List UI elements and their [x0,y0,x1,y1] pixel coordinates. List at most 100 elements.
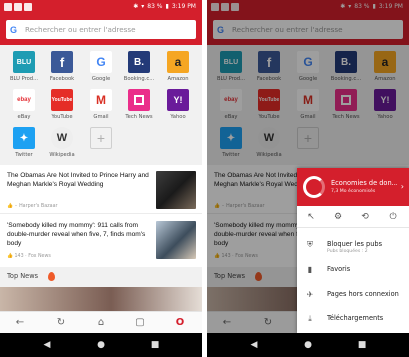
blu-icon: BLU [13,51,35,73]
news-image-strip [0,287,202,311]
bottom-toolbar: ← ↻ ⌂ ▢ O [0,311,202,333]
menu-item-label: Favoris [327,265,351,273]
power-exit-icon[interactable]: ⏻ [387,211,399,223]
savings-ring-icon [303,176,325,198]
savings-subtitle: 7,3 Mo économisés [331,189,376,194]
wifi-icon: ▾ [141,3,145,10]
menu-item-label: Téléchargements [327,314,384,322]
nav-home-icon[interactable]: ● [96,340,106,350]
speed-dial-label: Twitter [15,152,33,158]
speed-dial-label: BLU Prod... [9,76,39,82]
divider [0,213,202,214]
settings-gear-icon[interactable]: ⚙ [332,211,344,223]
speed-dial-item[interactable]: W Wikipedia [43,127,81,163]
menu-item-bookmarks[interactable]: ▮ Favoris [297,259,409,283]
address-bar: G Rechercher ou entrer l'adresse [0,14,202,45]
android-nav-bar: ◀ ● ■ [207,333,409,357]
nav-home-icon[interactable]: ● [303,340,313,350]
clock: 3:19 PM [171,3,196,10]
speed-dial-label: Wikipedia [49,152,75,158]
speed-dial-label: Facebook [49,76,75,82]
news-article[interactable]: The Obamas Are Not Invited to Prince Har… [0,165,202,213]
battery-level: 83 % [147,3,163,10]
shield-icon: ⛨ [307,240,313,249]
amazon-icon: a [167,51,189,73]
speed-dial-label: eBay [17,114,31,120]
article-thumbnail [156,221,196,259]
opera-menu-panel: Économies de don... 7,3 Mo économisés › … [297,168,409,333]
personalize-icon[interactable]: ↖ [305,211,317,223]
speed-dial-item[interactable]: ✦ Twitter [5,127,43,163]
ebay-icon: ebay [13,89,35,111]
facebook-icon: f [51,51,73,73]
opera-menu-icon[interactable]: O [174,317,186,329]
reload-icon[interactable]: ↻ [55,317,67,329]
speed-dial-item[interactable]: BLU BLU Prod... [5,51,43,87]
article-title: 'Somebody killed my mommy': 911 calls fr… [7,222,146,247]
nav-recents-icon[interactable]: ■ [150,340,160,350]
speed-dial-item[interactable]: Y! Yahoo [159,89,197,125]
menu-item-downloads[interactable]: ⤓ Téléchargements [297,308,409,332]
speed-dial-item[interactable]: G Google [82,51,120,87]
speed-dial-label: Gmail [93,114,109,120]
bluetooth-icon: ✱ [133,3,139,10]
address-input[interactable]: G Rechercher ou entrer l'adresse [6,20,196,39]
menu-item-block-ads[interactable]: ⛨ Bloquer les pubs Pubs bloquées : 2 [297,234,409,258]
history-icon[interactable]: ⟲ [359,211,371,223]
google-icon: G [10,24,18,35]
article-source: 👍 143 · Fox News [7,254,51,259]
google-logo-icon: G [90,51,112,73]
speed-dial-item[interactable]: Tech News [120,89,158,125]
youtube-icon: YouTube [51,89,73,111]
battery-icon: ▮ [165,3,169,10]
top-news-header: Top News [0,267,202,287]
speed-dial-item[interactable]: ebay eBay [5,89,43,125]
article-thumbnail [156,171,196,209]
speed-dial-label: Tech News [125,114,153,120]
news-feed: The Obamas Are Not Invited to Prince Har… [0,165,202,267]
plus-icon: + [90,127,112,149]
chevron-right-icon: › [400,182,404,191]
news-article[interactable]: 'Somebody killed my mommy': 911 calls fr… [0,215,202,263]
tabs-icon[interactable]: ▢ [134,317,146,329]
speed-dial-item[interactable]: M Gmail [82,89,120,125]
home-icon[interactable]: ⌂ [95,317,107,329]
menu-item-label: Bloquer les pubs [327,240,383,248]
speed-dial-label: YouTube [51,114,73,120]
article-source: 👍 ·· Harper's Bazaar [7,204,58,209]
menu-icon-row: ↖ ⚙ ⟲ ⏻ [297,206,409,228]
menu-item-offline-pages[interactable]: ✈ Pages hors connexion [297,284,409,308]
data-savings-card[interactable]: Économies de don... 7,3 Mo économisés › [297,168,409,206]
status-right: ✱ ▾ 83 % ▮ 3:19 PM [133,3,196,10]
address-placeholder: Rechercher ou entrer l'adresse [25,25,136,34]
tech-news-icon [128,89,150,111]
speed-dial-item[interactable]: B. Booking.c... [120,51,158,87]
speed-dial-label: Google [91,76,111,82]
nav-recents-icon[interactable]: ■ [357,340,367,350]
twitter-icon: ✦ [13,127,35,149]
speed-dial: BLU BLU Prod... f Facebook G Google B. B… [0,45,202,165]
savings-title: Économies de don... [331,179,397,187]
speed-dial-item[interactable]: YouTube YouTube [43,89,81,125]
ads-blocked-count: Pubs bloquées : 2 [327,249,368,254]
speed-dial-item[interactable]: a Amazon [159,51,197,87]
article-title: The Obamas Are Not Invited to Prince Har… [7,172,149,188]
yahoo-icon: Y! [167,89,189,111]
add-speed-dial-button[interactable]: + [82,127,120,163]
speed-dial-label: Booking.c... [123,76,155,82]
back-arrow-icon[interactable]: ← [14,317,26,329]
download-icon: ⤓ [308,314,312,323]
nav-back-icon[interactable]: ◀ [249,340,259,350]
menu-item-label: Pages hors connexion [327,290,399,298]
speed-dial-label: Yahoo [170,114,186,120]
android-nav-bar: ◀ ● ■ [0,333,202,357]
right-screen: ✱ ▾ 83 % ▮ 3:19 PM G Rechercher ou entre… [207,0,409,357]
nav-back-icon[interactable]: ◀ [42,340,52,350]
left-screen: ✱ ▾ 83 % ▮ 3:19 PM G Rechercher ou entre… [0,0,202,357]
bookmark-icon: ▮ [307,265,313,274]
wikipedia-icon: W [51,127,73,149]
speed-dial-item[interactable]: f Facebook [43,51,81,87]
airplane-icon: ✈ [306,290,314,299]
speed-dial-label: Amazon [167,76,189,82]
notification-icons [4,3,32,11]
